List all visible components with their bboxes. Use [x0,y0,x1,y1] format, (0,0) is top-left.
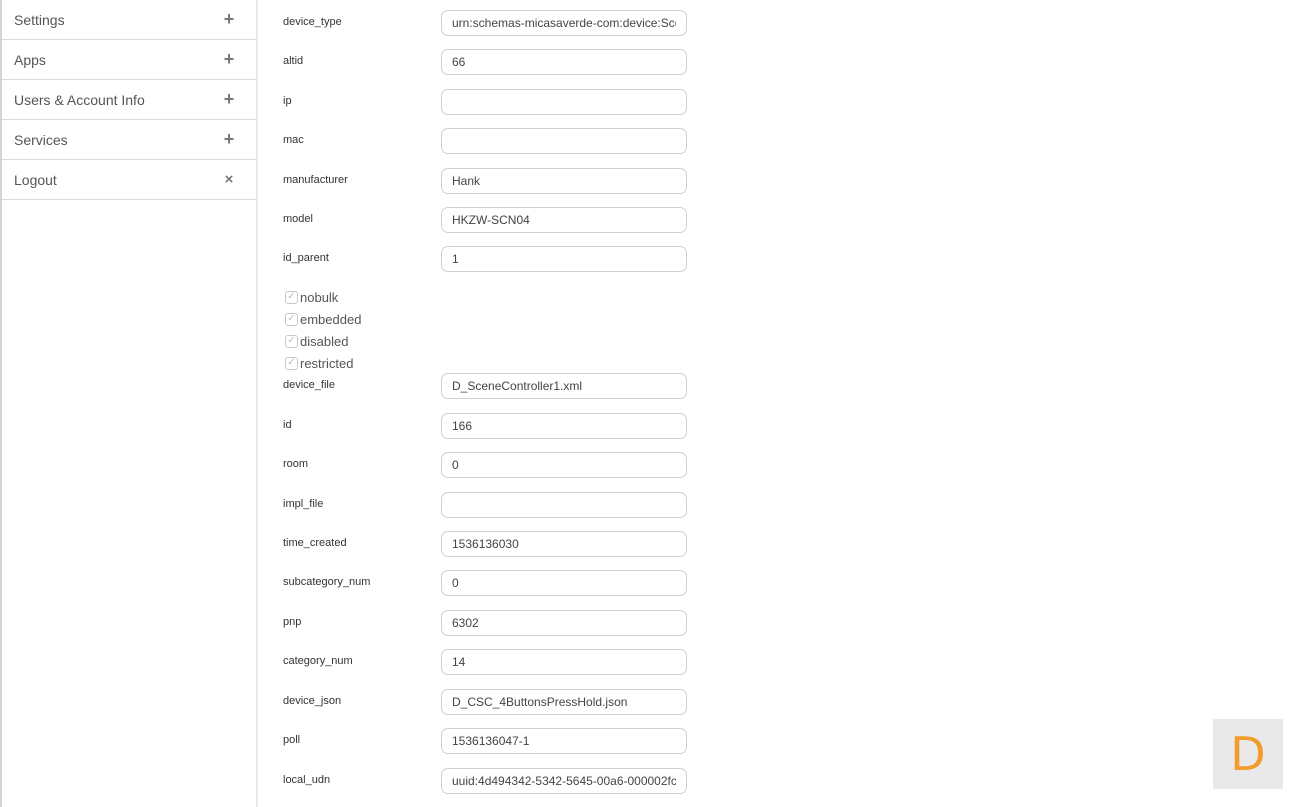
altid-input[interactable] [441,49,687,75]
pnp-label: pnp [283,616,302,628]
field-row-id: id [283,413,703,439]
sidebar-item-apps[interactable]: Apps + [2,40,256,80]
sidebar-item-label: Logout [14,171,57,188]
category-num-input[interactable] [441,649,687,675]
checkbox-embedded[interactable]: ✓ embedded [285,308,361,330]
impl-file-label: impl_file [283,498,324,510]
sidebar-item-settings[interactable]: Settings + [2,0,256,40]
field-row-mac: mac [283,128,703,154]
sidebar-item-users-account-info[interactable]: Users & Account Info + [2,80,256,120]
checkbox-nobulk[interactable]: ✓ nobulk [285,286,361,308]
checkbox-label: disabled [300,333,349,349]
mac-label: mac [283,134,304,146]
field-row-local-udn: local_udn [283,768,703,794]
device-type-input[interactable] [441,10,687,36]
manufacturer-input[interactable] [441,168,687,194]
altid-label: altid [283,55,304,67]
checkbox-restricted[interactable]: ✓ restricted [285,352,361,374]
local-udn-label: local_udn [283,774,331,786]
content-divider [257,0,258,807]
plus-icon[interactable]: + [222,89,236,110]
room-label: room [283,458,309,470]
field-row-device-json: device_json [283,689,703,715]
room-input[interactable] [441,452,687,478]
model-label: model [283,213,313,225]
checkmark-icon[interactable]: ✓ [285,356,298,370]
local-udn-input[interactable] [441,768,687,794]
ip-input[interactable] [441,89,687,115]
field-row-manufacturer: manufacturer [283,168,703,194]
logo-letter: D [1230,727,1266,781]
device-json-label: device_json [283,695,342,707]
logo-badge: D [1213,719,1283,789]
checkbox-label: restricted [300,355,354,371]
plus-icon[interactable]: + [222,129,236,150]
checkbox-disabled[interactable]: ✓ disabled [285,330,361,352]
impl-file-input[interactable] [441,492,687,518]
field-row-altid: altid [283,49,703,75]
device-file-label: device_file [283,379,335,391]
field-row-model: model [283,207,703,233]
sidebar-item-label: Users & Account Info [14,91,145,108]
ip-label: ip [283,95,292,107]
field-row-time-created: time_created [283,531,703,557]
checkbox-label: nobulk [300,289,339,305]
field-row-device-file: device_file [283,373,703,399]
id-parent-label: id_parent [283,252,329,264]
sidebar-item-label: Settings [14,11,65,28]
checkmark-icon[interactable]: ✓ [285,312,298,326]
subcategory-num-input[interactable] [441,570,687,596]
plus-icon[interactable]: + [222,49,236,70]
field-row-impl-file: impl_file [283,492,703,518]
app-root: Settings + Apps + Users & Account Info +… [0,0,1300,807]
sidebar-item-logout[interactable]: Logout × [2,160,256,200]
id-parent-input[interactable] [441,246,687,272]
field-row-room: room [283,452,703,478]
device-json-input[interactable] [441,689,687,715]
manufacturer-label: manufacturer [283,174,348,186]
field-row-pnp: pnp [283,610,703,636]
flags-checkbox-group: ✓ nobulk ✓ embedded ✓ disabled ✓ restric… [285,286,361,374]
field-row-poll: poll [283,728,703,754]
checkmark-icon[interactable]: ✓ [285,334,298,348]
sidebar-item-label: Services [14,131,68,148]
poll-label: poll [283,734,301,746]
sidebar: Settings + Apps + Users & Account Info +… [0,0,257,807]
time-created-label: time_created [283,537,347,549]
id-label: id [283,419,292,431]
device-file-input[interactable] [441,373,687,399]
id-input[interactable] [441,413,687,439]
time-created-input[interactable] [441,531,687,557]
poll-input[interactable] [441,728,687,754]
field-row-id-parent: id_parent [283,246,703,272]
model-input[interactable] [441,207,687,233]
sidebar-item-services[interactable]: Services + [2,120,256,160]
field-row-category-num: category_num [283,649,703,675]
checkbox-label: embedded [300,311,362,327]
field-row-ip: ip [283,89,703,115]
category-num-label: category_num [283,655,353,667]
subcategory-num-label: subcategory_num [283,576,371,588]
close-icon[interactable]: × [222,171,236,188]
sidebar-item-label: Apps [14,51,46,68]
device-type-label: device_type [283,16,342,28]
mac-input[interactable] [441,128,687,154]
checkmark-icon[interactable]: ✓ [285,290,298,304]
pnp-input[interactable] [441,610,687,636]
field-row-device-type: device_type [283,10,703,36]
field-row-subcategory-num: subcategory_num [283,570,703,596]
plus-icon[interactable]: + [222,9,236,30]
